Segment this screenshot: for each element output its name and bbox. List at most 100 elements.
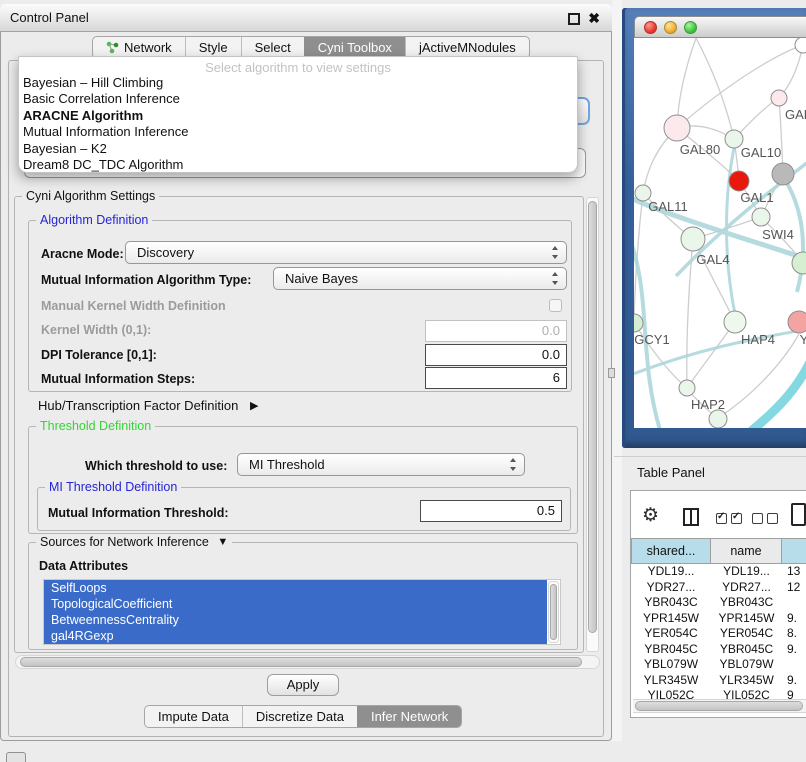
- minimize-button[interactable]: [664, 21, 677, 34]
- table-horizontal-scrollbar[interactable]: [633, 699, 806, 713]
- inference-algorithm-combo-fragment[interactable]: [578, 97, 590, 125]
- node-hap4[interactable]: [724, 311, 746, 333]
- cyni-tab-infer-network-label: Infer Network: [371, 709, 448, 724]
- network-icon: [106, 41, 119, 54]
- algorithm-option-bayesian-hill-climbing[interactable]: Bayesian – Hill Climbing: [19, 75, 577, 91]
- sources-group: Sources for Network Inference ▼ Data Att…: [28, 542, 578, 650]
- aracne-mode-select[interactable]: Discovery: [125, 241, 567, 264]
- table-row[interactable]: YDR27...YDR27...12: [631, 580, 806, 596]
- manual-kernel-checkbox[interactable]: [549, 299, 562, 312]
- network-window-titlebar[interactable]: [634, 16, 806, 38]
- table-cell: YBR045C: [711, 642, 782, 658]
- settings-horizontal-scrollbar-thumb[interactable]: [20, 657, 582, 667]
- table-cell: YDL19...: [631, 564, 711, 580]
- select-all-icon[interactable]: [716, 513, 742, 524]
- algorithm-option-bayesian-k2[interactable]: Bayesian – K2: [19, 141, 577, 157]
- node-label-gal: GAL: [785, 107, 806, 122]
- split-columns-icon[interactable]: [683, 508, 699, 526]
- node[interactable]: [752, 208, 770, 226]
- node-gal1[interactable]: [729, 171, 749, 191]
- node-gal80[interactable]: [664, 115, 690, 141]
- column-header-name[interactable]: name: [711, 538, 782, 564]
- table-row[interactable]: YBR043CYBR043C: [631, 595, 806, 611]
- algorithm-option-mutual-information-inference[interactable]: Mutual Information Inference: [19, 124, 577, 140]
- settings-vertical-scrollbar-thumb[interactable]: [588, 201, 597, 633]
- kernel-width-field[interactable]: 0.0: [425, 320, 567, 342]
- mi-threshold-field[interactable]: 0.5: [420, 500, 562, 522]
- network-view-window[interactable]: GAL80GALGAL10GAL1GAL11SWI4GAL4GCY1HAP4YH…: [622, 8, 806, 448]
- column-header-shared[interactable]: shared...: [631, 538, 711, 564]
- table-row[interactable]: YBL079WYBL079W: [631, 657, 806, 673]
- zoom-button[interactable]: [684, 21, 697, 34]
- table-cell: YIL052C: [711, 688, 782, 699]
- deselect-all-icon[interactable]: [752, 513, 778, 524]
- table-row[interactable]: YDL19...YDL19...13: [631, 564, 806, 580]
- cyni-tab-discretize-data[interactable]: Discretize Data: [242, 706, 357, 727]
- data-attribute-item[interactable]: gal4RGexp: [44, 628, 547, 644]
- table-cell: [782, 595, 806, 611]
- table-header-row: shared...nameA: [631, 538, 806, 564]
- node[interactable]: [795, 38, 806, 53]
- split-pane-grip[interactable]: [608, 368, 615, 378]
- node-gal4[interactable]: [681, 227, 705, 251]
- tab-select[interactable]: Select: [241, 37, 304, 58]
- algorithm-option-dream8-dc-tdc-algorithm[interactable]: Dream8 DC_TDC Algorithm: [19, 157, 577, 173]
- attributes-scrollbar[interactable]: [548, 581, 559, 643]
- close-button[interactable]: [644, 21, 657, 34]
- node-hap2[interactable]: [679, 380, 695, 396]
- mi-type-select[interactable]: Naive Bayes: [273, 267, 567, 290]
- control-panel-title: Control Panel: [10, 10, 89, 25]
- table-row[interactable]: YPR145WYPR145W9.: [631, 611, 806, 627]
- cyni-tab-impute-data-label: Impute Data: [158, 709, 229, 724]
- restore-window-icon[interactable]: [568, 13, 580, 25]
- tab-network[interactable]: Network: [93, 37, 185, 58]
- data-attribute-item[interactable]: SelfLoops: [44, 580, 547, 596]
- data-attribute-item[interactable]: TopologicalCoefficient: [44, 596, 547, 612]
- expand-right-icon: ▶: [250, 400, 258, 412]
- node-gal[interactable]: [771, 90, 787, 106]
- which-threshold-value: MI Threshold: [249, 454, 325, 475]
- network-bright-edge: [750, 362, 806, 428]
- node-y[interactable]: [788, 311, 806, 333]
- mi-steps-field[interactable]: 6: [425, 367, 567, 389]
- column-header-a[interactable]: A: [782, 538, 806, 564]
- tab-style[interactable]: Style: [185, 37, 241, 58]
- tab-cyni-toolbox[interactable]: Cyni Toolbox: [304, 37, 405, 58]
- which-threshold-select[interactable]: MI Threshold: [237, 453, 525, 476]
- tab-jactivemnodules[interactable]: jActiveMNodules: [405, 37, 529, 58]
- gear-icon[interactable]: ⚙: [642, 506, 659, 526]
- node-label-y: Y: [800, 332, 806, 347]
- sources-title[interactable]: Sources for Network Inference ▼: [36, 535, 232, 550]
- tab-select-label: Select: [255, 40, 291, 55]
- data-attributes-list[interactable]: SelfLoopsTopologicalCoefficientBetweenne…: [43, 579, 561, 645]
- bottom-left-partial-button[interactable]: [6, 752, 26, 762]
- table-row[interactable]: YER054CYER054C8.: [631, 626, 806, 642]
- attributes-scrollbar-thumb[interactable]: [550, 584, 557, 640]
- table-cell: YLR345W: [631, 673, 711, 689]
- control-panel-titlebar[interactable]: Control Panel ✖: [0, 4, 612, 32]
- table-cell: YDL19...: [711, 564, 782, 580]
- node[interactable]: [772, 163, 794, 185]
- cyni-bottom-tabbar: Impute Data Discretize Data Infer Network: [144, 705, 462, 728]
- settings-horizontal-scrollbar[interactable]: [15, 655, 600, 669]
- table-horizontal-scrollbar-thumb[interactable]: [635, 701, 803, 711]
- dpi-tolerance-field[interactable]: 0.0: [425, 344, 567, 366]
- settings-vertical-scrollbar[interactable]: [586, 197, 599, 652]
- table-row[interactable]: YLR345WYLR345W9.: [631, 673, 806, 689]
- cyni-algorithm-settings-title: Cyni Algorithm Settings: [22, 189, 159, 203]
- apply-button[interactable]: Apply: [267, 674, 339, 696]
- collapse-down-icon: ▼: [217, 536, 228, 548]
- cyni-tab-impute-data[interactable]: Impute Data: [145, 706, 242, 727]
- table-row[interactable]: YIL052CYIL052C9: [631, 688, 806, 699]
- table-row[interactable]: YBR045CYBR045C9.: [631, 642, 806, 658]
- network-canvas[interactable]: GAL80GALGAL10GAL1GAL11SWI4GAL4GCY1HAP4YH…: [634, 38, 806, 428]
- cyni-tab-infer-network[interactable]: Infer Network: [357, 706, 461, 727]
- node[interactable]: [709, 410, 727, 428]
- node-gcy1[interactable]: [634, 314, 643, 332]
- close-window-icon[interactable]: ✖: [588, 9, 600, 27]
- data-attribute-item[interactable]: BetweennessCentrality: [44, 612, 547, 628]
- hub-definition-expander[interactable]: Hub/Transcription Factor Definition ▶: [38, 398, 258, 413]
- new-document-icon[interactable]: [791, 503, 806, 526]
- algorithm-option-basic-correlation-inference[interactable]: Basic Correlation Inference: [19, 91, 577, 107]
- algorithm-option-aracne-algorithm[interactable]: ARACNE Algorithm: [19, 108, 577, 124]
